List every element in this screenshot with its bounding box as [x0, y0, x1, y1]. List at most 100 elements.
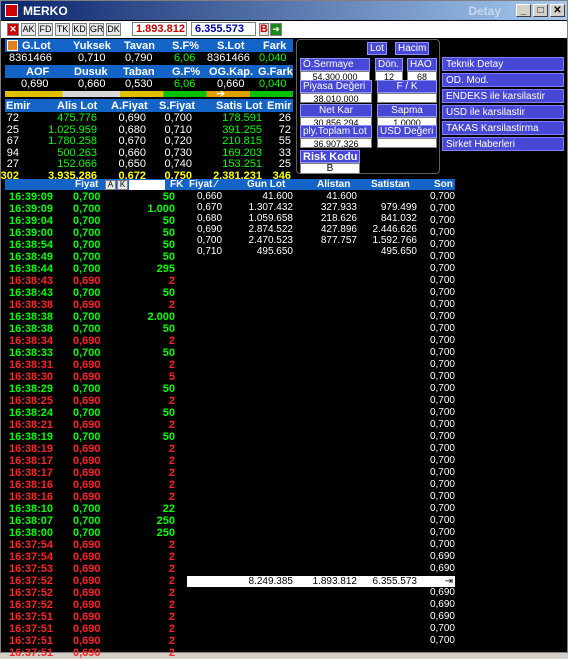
fd-button[interactable]: FD — [38, 23, 53, 36]
side-menu-item[interactable]: Sirket Haberleri — [442, 137, 564, 151]
trade-row[interactable]: 16:38:16 0,690 2 — [1, 479, 191, 491]
help-icon[interactable] — [7, 40, 18, 51]
trade-row[interactable]: 16:38:17 0,690 2 — [1, 455, 191, 467]
side-menu-item[interactable]: USD ile karsilastir — [442, 105, 564, 119]
trade-row[interactable]: 16:37:51 0,690 2 — [1, 611, 191, 623]
trade-row[interactable]: 16:38:31 0,690 2 — [1, 359, 191, 371]
trade-row[interactable]: 16:37:54 0,690 2 — [1, 539, 191, 551]
trade-row[interactable]: 16:38:19 0,690 2 — [1, 443, 191, 455]
trade-row[interactable]: 16:38:34 0,690 2 — [1, 335, 191, 347]
trade-row[interactable]: 16:38:10 0,700 22 — [1, 503, 191, 515]
trade-price: 0,690 — [73, 635, 101, 647]
trade-price: 0,700 — [73, 263, 101, 275]
trade-row[interactable]: 16:39:09 0,700 1.000 — [1, 203, 191, 215]
trade-row[interactable]: 16:38:21 0,690 2 — [1, 419, 191, 431]
b-button[interactable]: B — [259, 23, 269, 36]
dist-row[interactable]: 0,710 495.650 495.650 — [187, 246, 455, 257]
trade-row[interactable]: 16:38:49 0,700 50 — [1, 251, 191, 263]
value-dusuk: 0,660 — [78, 78, 106, 90]
trade-row[interactable]: 16:38:29 0,700 50 — [1, 383, 191, 395]
depth-cell: 55 — [278, 135, 291, 147]
arrow-right-icon[interactable]: ➜ — [270, 23, 282, 36]
trade-row[interactable]: 16:37:52 0,690 2 — [1, 587, 191, 599]
trade-row[interactable]: 16:39:04 0,700 50 — [1, 215, 191, 227]
dist-alistan: 427.896 — [320, 224, 357, 235]
trade-row[interactable]: 16:38:33 0,700 50 — [1, 347, 191, 359]
dist-row[interactable]: 0,680 1.059.658 218.626 841.032 — [187, 213, 455, 224]
trade-row[interactable]: 16:38:44 0,700 295 — [1, 263, 191, 275]
trade-row[interactable]: 16:37:51 0,690 2 — [1, 623, 191, 635]
title-bar[interactable]: MERKO Detay _ □ ✕ — [1, 1, 567, 20]
k-filter-button[interactable]: K — [117, 180, 128, 190]
son-value: 0,700 — [429, 455, 455, 466]
dist-col-fiyat[interactable]: Fiyat ⁄ — [189, 179, 217, 190]
trade-row[interactable]: 16:38:43 0,700 50 — [1, 287, 191, 299]
trade-time: 16:38:21 — [9, 419, 54, 431]
trade-lot: 2 — [168, 539, 175, 551]
tk-button[interactable]: TK — [55, 23, 70, 36]
trades-col-fk[interactable]: FK — [168, 179, 186, 190]
maximize-button[interactable]: □ — [533, 4, 548, 17]
dist-col-gunlot[interactable]: Gun Lot — [247, 179, 285, 190]
trade-row[interactable]: 16:38:25 0,690 2 — [1, 395, 191, 407]
side-menu-item[interactable]: OD. Mod. — [442, 73, 564, 87]
trade-price: 0,690 — [73, 491, 101, 503]
trade-row[interactable]: 16:37:54 0,690 2 — [1, 551, 191, 563]
dist-totals-row: 8.249.385 1.893.812 6.355.573 ⇥ — [187, 576, 455, 587]
depth-col-satis-lot: Satis Lot — [216, 100, 263, 112]
trade-row[interactable]: 16:37:53 0,690 2 — [1, 563, 191, 575]
dist-price: 0,680 — [197, 213, 223, 224]
total-gunlot: 8.249.385 — [248, 576, 294, 587]
trade-row[interactable]: 16:38:00 0,700 250 — [1, 527, 191, 539]
dk-button[interactable]: DK — [106, 23, 121, 36]
trade-price: 0,700 — [73, 311, 101, 323]
trade-row[interactable]: 16:38:38 0,690 2 — [1, 299, 191, 311]
side-menu-item[interactable]: Teknik Detay — [442, 57, 564, 71]
dist-row[interactable]: 0,690 2.874.522 427.896 2.446.626 — [187, 224, 455, 235]
dist-row[interactable]: 0,660 41.600 41.600 — [187, 191, 455, 202]
minimize-button[interactable]: _ — [516, 4, 531, 17]
trade-lot: 2 — [168, 491, 175, 503]
a-filter-button[interactable]: A — [105, 180, 116, 190]
lot-button[interactable]: Lot — [367, 42, 387, 55]
gr-button[interactable]: GR — [89, 23, 104, 36]
trade-row[interactable]: 16:38:30 0,690 5 — [1, 371, 191, 383]
trade-row[interactable]: 16:38:16 0,690 2 — [1, 491, 191, 503]
trades-filter-input[interactable] — [129, 180, 165, 190]
label-fark: Fark — [263, 40, 287, 52]
trade-row[interactable]: 16:38:38 0,700 2.000 — [1, 311, 191, 323]
ak-button[interactable]: AK — [21, 23, 36, 36]
toplamlot-value: 36.907.326 — [300, 138, 372, 148]
trade-row[interactable]: 16:38:54 0,700 50 — [1, 239, 191, 251]
hacim-button[interactable]: Hacim — [395, 42, 430, 55]
trade-row[interactable]: 16:37:51 0,690 2 — [1, 647, 191, 659]
app-icon[interactable] — [5, 4, 18, 17]
trade-time: 16:38:10 — [9, 503, 54, 515]
close-icon[interactable]: ✕ — [7, 23, 19, 36]
trade-row[interactable]: 16:39:00 0,700 50 — [1, 227, 191, 239]
trade-row[interactable]: 16:38:19 0,700 50 — [1, 431, 191, 443]
side-menu-item[interactable]: ENDEKS ile karsilastir — [442, 89, 564, 103]
close-button[interactable]: ✕ — [550, 4, 565, 17]
depth-col-sfiyat: S.Fiyat — [159, 100, 196, 112]
kd-button[interactable]: KD — [72, 23, 87, 36]
trade-row[interactable]: 16:37:52 0,690 2 — [1, 575, 191, 587]
dist-col-son[interactable]: Son — [434, 179, 453, 190]
side-menu-item[interactable]: TAKAS Karsilastirma — [442, 121, 564, 135]
trade-row[interactable]: 16:38:17 0,690 2 — [1, 467, 191, 479]
dist-col-satistan[interactable]: Satistan — [371, 179, 410, 190]
trade-row[interactable]: 16:38:07 0,700 250 — [1, 515, 191, 527]
trade-row[interactable]: 16:38:24 0,700 50 — [1, 407, 191, 419]
trade-row[interactable]: 16:38:38 0,700 50 — [1, 323, 191, 335]
dist-col-alistan[interactable]: Alistan — [317, 179, 350, 190]
dist-row[interactable]: 0,700 2.470.523 877.757 1.592.766 — [187, 235, 455, 246]
son-value: 0,700 — [429, 383, 455, 394]
dist-row[interactable]: 0,670 1.307.432 327.933 979.499 — [187, 202, 455, 213]
trade-lot: 2 — [168, 299, 175, 311]
trade-time: 16:38:30 — [9, 371, 54, 383]
trade-row[interactable]: 16:39:09 0,700 50 — [1, 191, 191, 203]
trade-row[interactable]: 16:37:52 0,690 2 — [1, 599, 191, 611]
trade-row[interactable]: 16:38:43 0,690 2 — [1, 275, 191, 287]
trade-row[interactable]: 16:37:51 0,690 2 — [1, 635, 191, 647]
son-value: 0,700 — [429, 371, 455, 382]
